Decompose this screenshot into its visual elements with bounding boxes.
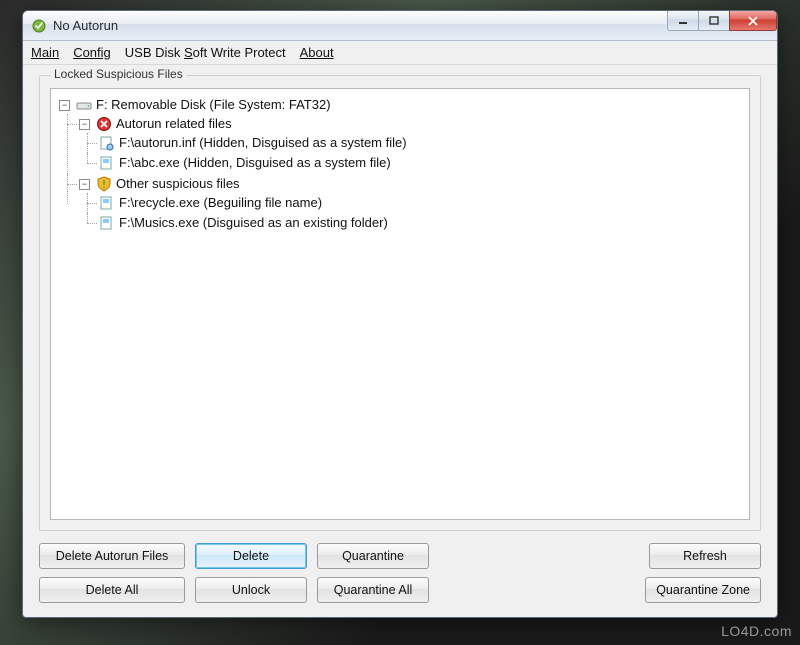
file-icon bbox=[99, 195, 115, 211]
menu-config[interactable]: Config bbox=[73, 45, 111, 60]
delete-autorun-files-button[interactable]: Delete Autorun Files bbox=[39, 543, 185, 569]
quarantine-zone-button[interactable]: Quarantine Zone bbox=[645, 577, 761, 603]
refresh-button[interactable]: Refresh bbox=[649, 543, 761, 569]
file-icon bbox=[99, 135, 115, 151]
group-label: Locked Suspicious Files bbox=[50, 67, 187, 81]
tree-file-item[interactable]: F:\recycle.exe (Beguiling file name) bbox=[99, 193, 743, 213]
tree-file-item[interactable]: F:\abc.exe (Hidden, Disguised as a syste… bbox=[99, 153, 743, 173]
drive-icon bbox=[76, 97, 92, 113]
window-controls bbox=[668, 11, 777, 31]
tree-category-other[interactable]: − Other suspicious files bbox=[79, 174, 743, 234]
button-panel: Delete Autorun Files Delete Quarantine R… bbox=[39, 543, 761, 603]
minimize-button[interactable] bbox=[667, 11, 699, 31]
expand-toggle-icon[interactable]: − bbox=[79, 179, 90, 190]
tree-node-label: F:\Musics.exe (Disguised as an existing … bbox=[119, 214, 388, 232]
app-icon bbox=[31, 18, 47, 34]
menu-usb-write-protect[interactable]: USB Disk Soft Write Protect bbox=[125, 45, 286, 60]
file-icon bbox=[99, 215, 115, 231]
tree-node-label: F:\recycle.exe (Beguiling file name) bbox=[119, 194, 322, 212]
client-area: Locked Suspicious Files − bbox=[23, 65, 777, 617]
menu-about[interactable]: About bbox=[300, 45, 334, 60]
tree-node-label: Autorun related files bbox=[116, 115, 232, 133]
titlebar[interactable]: No Autorun bbox=[23, 11, 777, 41]
maximize-button[interactable] bbox=[698, 11, 730, 31]
tree-file-item[interactable]: F:\Musics.exe (Disguised as an existing … bbox=[99, 213, 743, 233]
tree-node-label: Other suspicious files bbox=[116, 175, 240, 193]
locked-files-group: Locked Suspicious Files − bbox=[39, 75, 761, 531]
window-title: No Autorun bbox=[53, 18, 118, 33]
quarantine-all-button[interactable]: Quarantine All bbox=[317, 577, 429, 603]
tree-file-item[interactable]: F:\autorun.inf (Hidden, Disguised as a s… bbox=[99, 133, 743, 153]
tree-node-label: F:\abc.exe (Hidden, Disguised as a syste… bbox=[119, 154, 391, 172]
unlock-button[interactable]: Unlock bbox=[195, 577, 307, 603]
menubar: Main Config USB Disk Soft Write Protect … bbox=[23, 41, 777, 65]
delete-button[interactable]: Delete bbox=[195, 543, 307, 569]
watermark: LO4D.com bbox=[721, 623, 792, 639]
file-icon bbox=[99, 155, 115, 171]
app-window: No Autorun Main Config USB Disk Soft Wri… bbox=[22, 10, 778, 618]
expand-toggle-icon[interactable]: − bbox=[59, 100, 70, 111]
tree-view[interactable]: − F: Removable Disk (File System: FAT32) bbox=[50, 88, 750, 520]
tree-node-label: F: Removable Disk (File System: FAT32) bbox=[96, 96, 331, 114]
warning-shield-icon bbox=[96, 176, 112, 192]
quarantine-button[interactable]: Quarantine bbox=[317, 543, 429, 569]
expand-toggle-icon[interactable]: − bbox=[79, 119, 90, 130]
tree-category-autorun[interactable]: − Autorun related files bbox=[79, 114, 743, 174]
delete-all-button[interactable]: Delete All bbox=[39, 577, 185, 603]
tree-root[interactable]: − F: Removable Disk (File System: FAT32) bbox=[59, 95, 743, 235]
menu-main[interactable]: Main bbox=[31, 45, 59, 60]
close-button[interactable] bbox=[729, 11, 777, 31]
error-shield-icon bbox=[96, 116, 112, 132]
tree-node-label: F:\autorun.inf (Hidden, Disguised as a s… bbox=[119, 134, 407, 152]
